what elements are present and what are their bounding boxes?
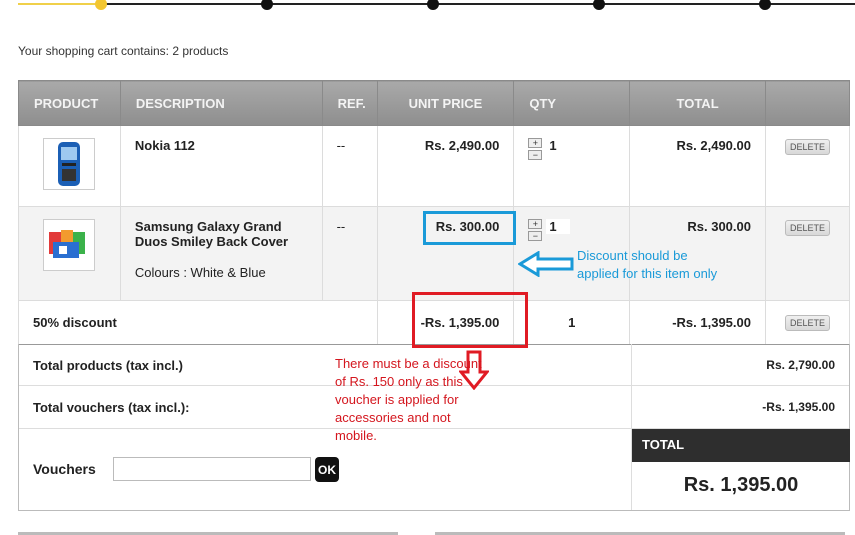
total-vouchers-value: -Rs. 1,395.00 (762, 400, 835, 414)
product-thumb-cell (18, 206, 121, 301)
col-total: TOTAL (629, 80, 766, 126)
col-product: PRODUCT (18, 80, 121, 126)
discount-label: 50% discount (18, 300, 378, 345)
item-qty-cell: + − 1 (513, 125, 631, 207)
quantity-stepper: + − 1 (528, 219, 615, 241)
item-ref: -- (321, 125, 378, 207)
item-delete-cell: DELETE (764, 125, 851, 207)
qty-minus-button[interactable]: − (528, 150, 543, 160)
product-thumb-cell (18, 125, 121, 207)
annotation-highlight-discount (412, 292, 528, 348)
item-unit-price: Rs. 2,490.00 (376, 125, 515, 207)
step-dot-5[interactable] (759, 0, 771, 10)
grand-total-value: Rs. 1,395.00 (683, 474, 799, 496)
col-unit-price: UNIT PRICE (376, 80, 515, 126)
annotation-note-red: There must be a discount of Rs. 150 only… (335, 356, 482, 443)
col-ref: REF. (321, 80, 378, 126)
nokia-phone-image[interactable] (43, 138, 96, 190)
cart-header-row: PRODUCT DESCRIPTION REF. UNIT PRICE QTY … (18, 80, 851, 126)
qty-minus-button[interactable]: − (528, 231, 543, 241)
step-dot-3[interactable] (427, 0, 439, 10)
discount-qty: 1 (513, 300, 631, 345)
item-ref: -- (321, 206, 378, 301)
col-qty: QTY (513, 80, 631, 126)
cart-summary-text: Your shopping cart contains: 2 products (18, 44, 229, 58)
total-products-value: Rs. 2,790.00 (766, 358, 835, 372)
delete-button[interactable]: DELETE (784, 220, 830, 236)
annotation-note-blue: Discount should be applied for this item… (577, 247, 717, 283)
phone-icon (58, 142, 81, 186)
col-actions (764, 80, 851, 126)
total-vouchers-label: Total vouchers (tax incl.): (33, 400, 190, 415)
progress-line (103, 3, 855, 5)
checkout-progress-steps (18, 0, 855, 10)
grand-total-label: TOTAL (632, 429, 850, 462)
qty-plus-button[interactable]: + (528, 138, 543, 148)
annotation-note-blue-line2: applied for this item only (577, 266, 718, 281)
phone-cover-icon (49, 230, 86, 258)
annotation-note-blue-line1: Discount should be (577, 248, 688, 263)
qty-plus-button[interactable]: + (528, 219, 543, 229)
item-delete-cell: DELETE (764, 206, 851, 301)
total-products-label: Total products (tax incl.) (33, 358, 183, 373)
annotation-highlight-unit-price (423, 211, 516, 245)
qty-value[interactable]: 1 (546, 138, 571, 153)
discount-delete-cell: DELETE (764, 300, 851, 345)
step-dot-2[interactable] (261, 0, 273, 10)
qty-value[interactable]: 1 (546, 219, 571, 234)
delete-button[interactable]: DELETE (784, 139, 830, 155)
item-name[interactable]: Nokia 112 (119, 125, 323, 207)
arrow-left-icon (518, 251, 574, 277)
item-attributes: Colours : White & Blue (134, 265, 266, 280)
voucher-ok-button[interactable]: OK (315, 457, 339, 482)
step-dot-summary[interactable] (95, 0, 107, 10)
col-description: DESCRIPTION (119, 80, 323, 126)
quantity-stepper: + − 1 (528, 138, 615, 160)
voucher-code-input[interactable] (113, 457, 311, 481)
back-cover-image[interactable] (43, 219, 96, 271)
discount-total: -Rs. 1,395.00 (629, 300, 766, 345)
step-dot-4[interactable] (593, 0, 605, 10)
item-total: Rs. 2,490.00 (629, 125, 766, 207)
item-name[interactable]: Samsung Galaxy Grand Duos Smiley Back Co… (135, 219, 308, 249)
cart-item-row: Nokia 112 -- Rs. 2,490.00 + − 1 Rs. 2,49… (18, 125, 851, 207)
voucher-label: Vouchers (33, 461, 96, 477)
progress-line-completed (18, 3, 103, 5)
delete-discount-button[interactable]: DELETE (784, 315, 830, 331)
item-description-cell: Samsung Galaxy Grand Duos Smiley Back Co… (119, 206, 323, 301)
